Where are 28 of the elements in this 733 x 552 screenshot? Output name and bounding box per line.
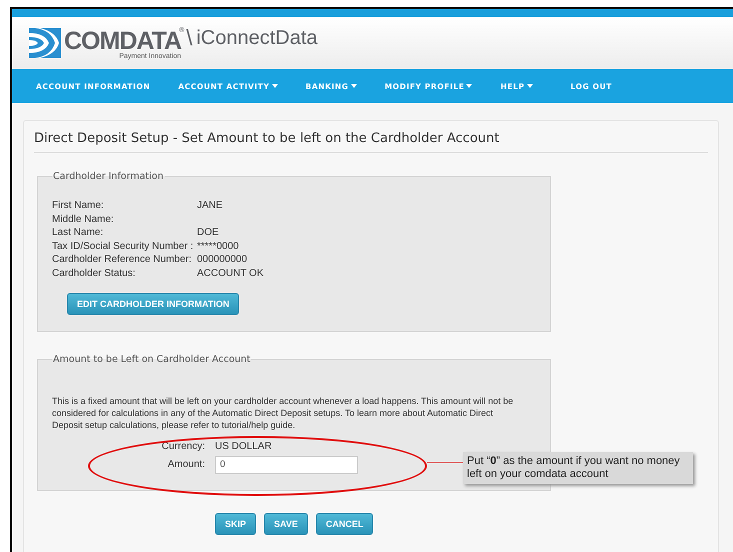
field-label: Last Name: <box>52 227 104 238</box>
field-label: Currency: <box>162 440 205 452</box>
amount-input[interactable]: 0 <box>215 456 358 474</box>
field-label: Amount: <box>168 459 205 470</box>
field-label: Cardholder Status: <box>52 268 136 278</box>
separator: \ <box>186 25 192 51</box>
field-value: JANE <box>197 200 224 211</box>
field-label: Cardholder Reference Number: <box>52 254 193 265</box>
page-title: Direct Deposit Setup - Set Amount to be left on the Cardholder Account <box>34 131 708 153</box>
field-label: Tax ID/Social Security Number : <box>52 240 194 252</box>
action-button[interactable]: SKIP <box>215 512 256 534</box>
field-label: Middle Name: <box>52 214 115 224</box>
field-value: *****0000 <box>197 240 240 252</box>
field-value: DOE <box>197 227 220 238</box>
edit-button[interactable]: EDIT CARDHOLDER INFORMATION <box>67 292 240 314</box>
action-button[interactable]: SAVE <box>264 512 308 534</box>
action-button[interactable]: CANCEL <box>316 512 374 534</box>
app-name: iConnectData <box>196 26 318 50</box>
description-text: This is a fixed amount that will be left on your cardholder account whenever a load happens. This amount will not be considered for calculations in any of the Automatic Direct Deposit setups. To learn more about Automatic Direct Deposit setup calculations, please refer to tutorial/help guide. <box>52 394 514 430</box>
field-value: 000000000 <box>197 254 248 265</box>
logo-icon <box>29 28 61 58</box>
section-legend: Cardholder Information <box>52 171 164 182</box>
leader-line <box>427 462 463 463</box>
field-value: US DOLLAR <box>215 440 272 452</box>
callout-note: Put “0” as the amount if you want no money left on your comdata account <box>463 452 693 484</box>
field-value: ACCOUNT OK <box>197 268 264 278</box>
section-legend: Amount to be Left on Cardholder Account <box>52 354 252 364</box>
field-label: First Name: <box>52 200 105 211</box>
